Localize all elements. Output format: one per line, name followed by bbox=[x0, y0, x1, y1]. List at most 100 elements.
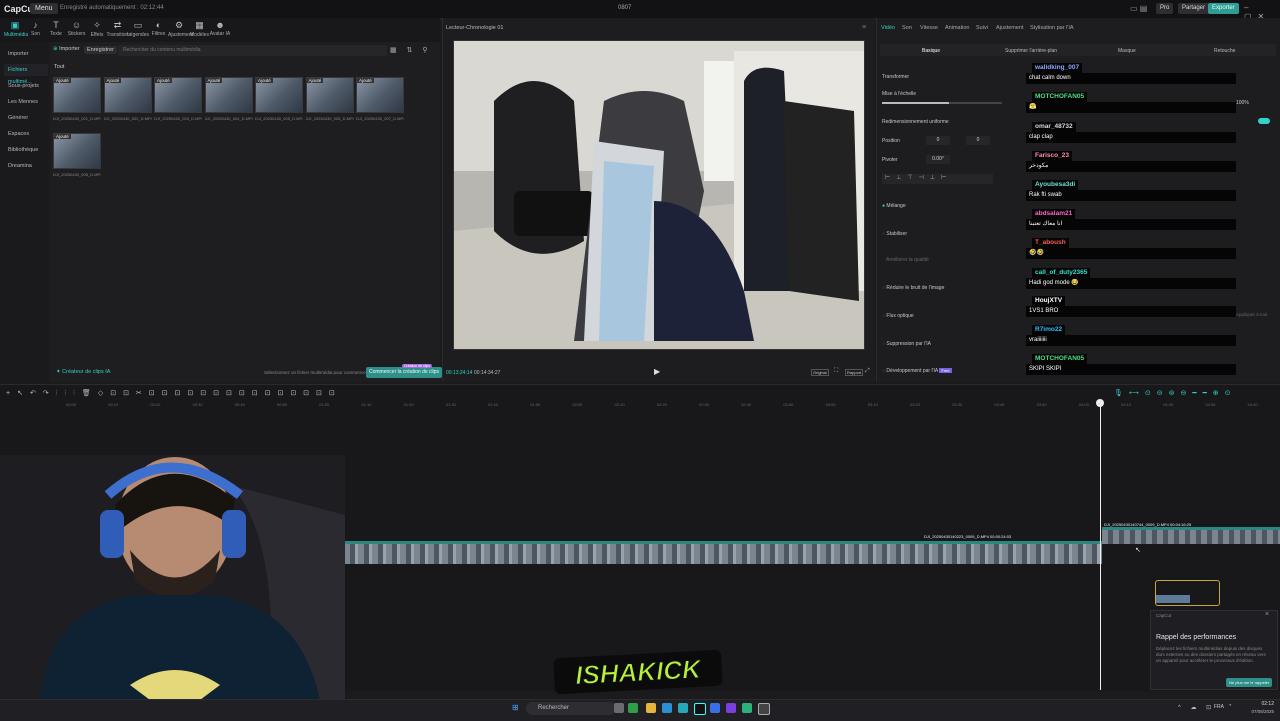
clock-time[interactable]: 02:12 bbox=[1248, 701, 1274, 707]
nav-item-0[interactable]: Importer bbox=[4, 48, 48, 60]
taskview-icon[interactable] bbox=[614, 703, 624, 713]
tab-2[interactable]: Vitesse bbox=[920, 25, 938, 31]
record-button[interactable]: Enregistrer bbox=[84, 46, 117, 54]
app-icon-5[interactable] bbox=[742, 703, 752, 713]
subtab-3[interactable]: Retouche bbox=[1214, 48, 1235, 54]
language-indicator[interactable]: FRA bbox=[1214, 704, 1224, 710]
tool-filters[interactable]: ◐ Filtres bbox=[148, 20, 170, 37]
video-preview[interactable] bbox=[453, 40, 865, 350]
quality-dropdown[interactable]: Améliorer la qualité bbox=[886, 257, 929, 263]
ruler-tick-label: 00:10 bbox=[108, 402, 119, 407]
tiktok-icon[interactable] bbox=[694, 703, 706, 715]
scale-value[interactable]: 100% bbox=[1236, 100, 1249, 106]
tool-sticker[interactable]: ☺ Stickers bbox=[66, 20, 88, 37]
toast-dismiss-button[interactable]: Ne plus me le rappeler bbox=[1226, 678, 1273, 687]
subtab-2[interactable]: Masque bbox=[1118, 48, 1136, 54]
media-thumbnail[interactable]: Ajouté bbox=[255, 77, 303, 113]
checkbox-icon[interactable]: ○ bbox=[882, 231, 885, 237]
tool-audio[interactable]: ♪ Son bbox=[25, 20, 47, 37]
playhead[interactable] bbox=[1100, 400, 1101, 690]
tool-captions[interactable]: ▭ Légendes bbox=[127, 20, 149, 38]
app-icon-4[interactable] bbox=[726, 703, 736, 713]
tab-4[interactable]: Suivi bbox=[976, 25, 988, 31]
edge-icon[interactable] bbox=[662, 703, 672, 713]
view-toggle-icons[interactable]: ▦ ⇅ ⚲ bbox=[390, 46, 432, 54]
tool-transitions[interactable]: ⇄ Transitions bbox=[107, 20, 131, 38]
app-icon-1[interactable] bbox=[628, 703, 638, 713]
nav-item-1[interactable]: Fichiers multimé... bbox=[4, 64, 48, 85]
media-thumbnail[interactable]: Ajouté bbox=[356, 77, 404, 113]
app-icon-2[interactable] bbox=[678, 703, 688, 713]
checkbox-icon[interactable]: ● bbox=[882, 203, 885, 209]
media-thumbnail[interactable]: Ajouté bbox=[305, 77, 354, 113]
scale-slider[interactable] bbox=[882, 102, 1002, 104]
media-thumbnail[interactable]: Ajouté bbox=[53, 77, 101, 113]
project-title[interactable]: 0807 bbox=[618, 5, 631, 11]
tab-6[interactable]: Stylisation par l'IA bbox=[1030, 25, 1074, 31]
timeline-tools[interactable]: +↖↶↷⫶⫶⫶🗑◇⊡⊡✂⊡⊡⊡⊡⊡⊡⊡⊡⊡⊡⊡⊡⊡⊡⊡ bbox=[6, 389, 342, 398]
checkbox-icon[interactable]: ○ bbox=[882, 285, 885, 291]
nav-item-5[interactable]: Espaces bbox=[4, 128, 48, 140]
media-thumbnail[interactable]: Ajouté bbox=[53, 133, 101, 169]
apply-all-button[interactable]: Appliquer à tout bbox=[1236, 312, 1268, 317]
nav-item-2[interactable]: Sous-projets bbox=[4, 80, 48, 92]
start-clips-button[interactable]: Commencer la création de clips bbox=[366, 367, 443, 378]
crop-icon[interactable]: ⛶ bbox=[834, 368, 838, 375]
clock-date[interactable]: 07/08/2025 bbox=[1240, 709, 1274, 714]
position-x-input[interactable]: 0 bbox=[926, 136, 950, 145]
main-menu-button[interactable]: Menu bbox=[30, 3, 58, 14]
tool-avatar[interactable]: ☻ Avatar IA bbox=[209, 20, 231, 37]
share-button[interactable]: Partager bbox=[1178, 3, 1210, 14]
layout-icon[interactable]: ▭ ▤ bbox=[1130, 4, 1147, 13]
ratio-button[interactable]: Original bbox=[811, 369, 829, 376]
taskbar-search[interactable]: Rechercher bbox=[526, 702, 616, 715]
app-icon-3[interactable] bbox=[710, 703, 720, 713]
nav-item-6[interactable]: Bibliothèque bbox=[4, 144, 48, 156]
ai-clip-creator-link[interactable]: ✦ Créateur de clips IA bbox=[56, 369, 110, 375]
checkbox-icon[interactable]: ○ bbox=[882, 368, 885, 374]
tab-1[interactable]: Son bbox=[902, 25, 912, 31]
play-icon[interactable]: ▶ bbox=[654, 367, 660, 376]
tool-media[interactable]: ▣ Multimédia bbox=[4, 20, 28, 38]
tool-text[interactable]: T Texte bbox=[45, 20, 67, 37]
chat-message: Rak fti swab bbox=[1026, 190, 1236, 201]
toast-close-icon[interactable]: × bbox=[1265, 611, 1269, 618]
webcam-image bbox=[0, 455, 345, 700]
subtab-1[interactable]: Supprimer l'arrière-plan bbox=[1005, 48, 1057, 54]
media-search-input[interactable]: Rechercher du contenu multimédia bbox=[118, 45, 387, 56]
tab-0[interactable]: Vidéo bbox=[881, 25, 895, 31]
checkbox-icon[interactable]: ○ bbox=[882, 341, 885, 347]
quality-button[interactable]: Rapport bbox=[845, 369, 864, 376]
tool-templates[interactable]: ▦ Modèles bbox=[189, 20, 211, 38]
export-button[interactable]: Exporter bbox=[1208, 3, 1239, 14]
tray-icons[interactable]: ^ ☁ ⊡ bbox=[1178, 704, 1215, 711]
tool-effects[interactable]: ✧ Effets bbox=[86, 20, 108, 38]
rotate-input[interactable]: 0.00° bbox=[926, 155, 950, 164]
checkbox-icon[interactable]: ○ bbox=[882, 313, 885, 319]
start-icon[interactable]: ⊞ bbox=[512, 703, 519, 712]
align-icons[interactable]: ⊢⊥⊤⊣⊥⊢ bbox=[882, 174, 993, 184]
filter-all[interactable]: Tout bbox=[54, 64, 64, 70]
media-thumbnail[interactable]: Ajouté bbox=[103, 77, 152, 113]
wifi-icon[interactable]: ◔ bbox=[1228, 703, 1232, 709]
nav-item-4[interactable]: Générer bbox=[4, 112, 48, 124]
tab-5[interactable]: Ajustement bbox=[996, 25, 1024, 31]
playhead-handle[interactable] bbox=[1096, 399, 1104, 407]
pro-button[interactable]: Pro bbox=[1156, 3, 1174, 14]
panel-menu-icon[interactable]: ≡ bbox=[862, 24, 866, 31]
position-y-input[interactable]: 0 bbox=[966, 136, 990, 145]
media-thumbnail[interactable]: Ajouté bbox=[154, 77, 202, 113]
explorer-icon[interactable] bbox=[646, 703, 656, 713]
tool-adjust[interactable]: ⚙ Ajustement bbox=[168, 20, 193, 38]
uniform-toggle[interactable] bbox=[1258, 118, 1270, 124]
nav-item-3[interactable]: Les Mennes bbox=[4, 96, 48, 108]
timeline-right-tools[interactable]: 🎙⟷⊙⊝⊚⊖━━⊕⊙ bbox=[1114, 389, 1237, 397]
nav-item-7[interactable]: Dreamina bbox=[4, 160, 48, 172]
fullscreen-icon[interactable]: ⤢ bbox=[865, 368, 870, 375]
video-track-clip-2[interactable] bbox=[1102, 527, 1280, 544]
capcut-taskbar-icon[interactable] bbox=[758, 703, 770, 715]
tab-3[interactable]: Animation bbox=[945, 25, 969, 31]
media-thumbnail[interactable]: Ajouté bbox=[204, 77, 253, 113]
subtab-0[interactable]: Basique bbox=[922, 48, 940, 54]
import-button[interactable]: ⊕ Importer bbox=[53, 46, 80, 52]
